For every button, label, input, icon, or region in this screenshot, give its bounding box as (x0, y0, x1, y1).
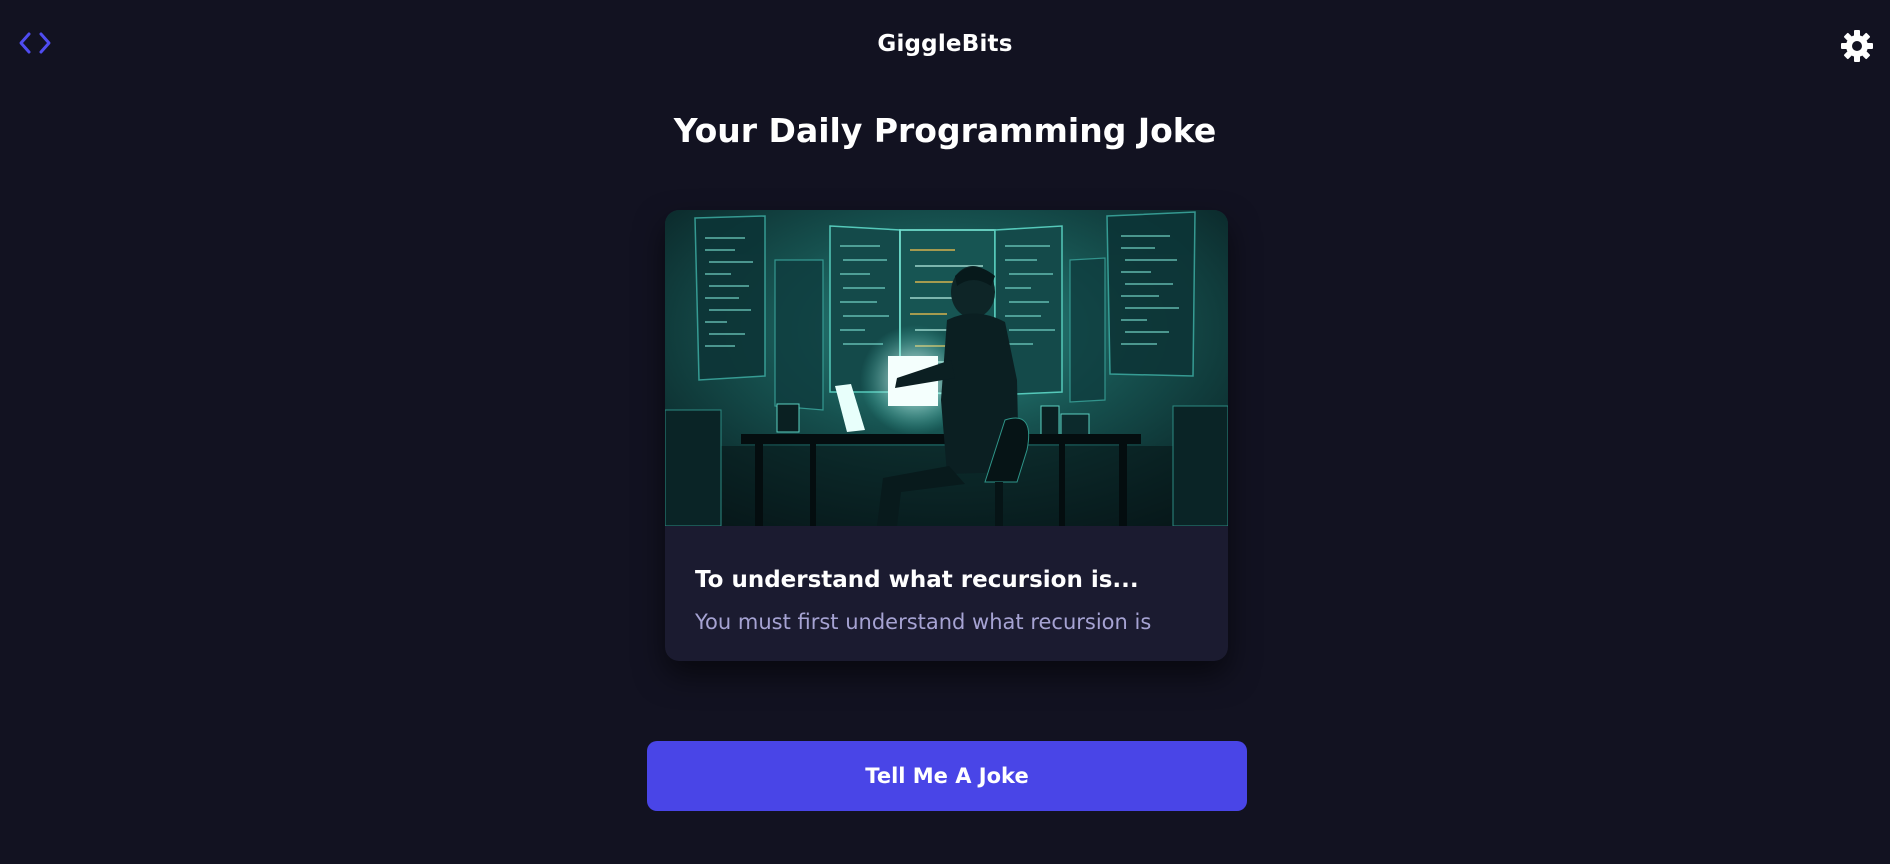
joke-setup: To understand what recursion is... (695, 567, 1139, 593)
joke-body: To understand what recursion is... You m… (665, 526, 1228, 661)
joke-punchline: You must first understand what recursion… (695, 610, 1152, 634)
tell-joke-button[interactable]: Tell Me A Joke (647, 741, 1247, 811)
gear-icon[interactable] (1840, 29, 1874, 63)
page-title: Your Daily Programming Joke (673, 111, 1217, 150)
joke-card: To understand what recursion is... You m… (665, 210, 1228, 661)
app-header: GiggleBits (0, 0, 1890, 92)
app-title: GiggleBits (877, 31, 1013, 57)
joke-illustration (665, 210, 1228, 527)
